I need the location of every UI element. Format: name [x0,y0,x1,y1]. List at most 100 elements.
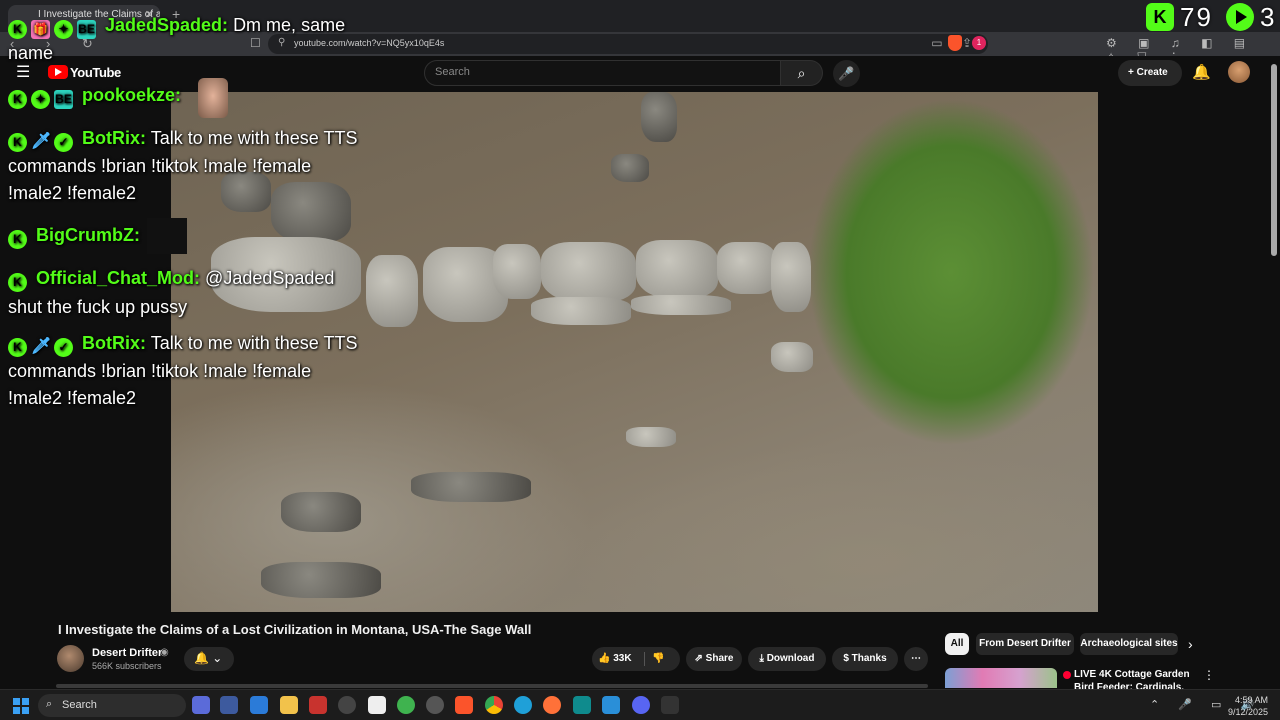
windows-taskbar: ⌕ Search ⌃ 🎤 ▭ 🔊 4:59 AM 9/12/2025 [0,689,1280,720]
dislike-button[interactable]: 👎 [652,647,664,671]
description-box-edge [56,684,928,688]
boulder [771,242,811,312]
taskbar-app-icon[interactable] [250,696,268,714]
like-divider [644,652,645,666]
chat-text: Dm me, same [233,15,346,35]
chat-username: Official_Chat_Mod: [36,268,201,288]
kick-badge-icon: K [8,90,27,109]
discord-icon[interactable] [632,696,650,714]
boulder [626,427,676,447]
chat-message: K 🎁 ✦ BE JadedSpaded: Dm me, same [8,12,345,39]
chat-message-continued: !male2 !female2 [8,388,137,408]
video-title: I Investigate the Claims of a Lost Civil… [58,622,532,637]
taskbar-search-label: Search [62,699,97,711]
chat-username: BotRix: [82,128,147,148]
boulder [717,242,777,294]
boulder [541,242,636,302]
taskbar-app-icon[interactable] [368,696,386,714]
subscriber-count: 566K subscribers [92,661,162,671]
clock-time: 4:59 AM [1234,695,1268,705]
verified-badge-icon: ✓ [54,133,73,152]
chrome-icon[interactable] [485,696,503,714]
taskbar-app-icon[interactable] [192,696,210,714]
kick-badge-icon: K [8,20,27,39]
voice-search-button[interactable]: 🎤 [833,60,860,87]
vscode-icon[interactable] [602,696,620,714]
search-input[interactable] [435,66,765,78]
chat-username: JadedSpaded: [105,15,229,35]
extension-badge[interactable]: 1 [972,36,986,50]
share-button[interactable]: ⇗ Share [686,647,742,671]
emblem-badge-icon: BE [54,90,73,109]
chip-archaeological-sites[interactable]: Archaeological sites [1080,633,1178,655]
chat-message-continued: !male2 !female2 [8,183,137,203]
chat-message-continued: commands !brian !tiktok !male !female [8,361,312,381]
create-button[interactable]: + Create [1118,60,1182,86]
diamond-badge-icon: ✦ [31,90,50,109]
chat-text: @JadedSpaded [205,268,335,288]
download-button[interactable]: ⤓ Download [748,647,826,671]
recommendation-menu-icon[interactable]: ⋮ [1203,668,1215,682]
channel-name[interactable]: Desert Drifter [92,647,162,659]
boulder [411,472,531,502]
chat-message: K 🗡 ✓ BotRix: Talk to me with these TTS [8,125,357,152]
windows-start-icon[interactable] [13,698,29,714]
verified-icon: ◉ [160,647,169,658]
emblem-badge-icon: BE [77,20,96,39]
gift-badge-icon: 🎁 [31,20,50,39]
like-dislike-group: 👍 33K 👎 [592,647,680,671]
notifications-button[interactable]: 🔔 ⌄ [184,647,234,671]
more-actions-button[interactable]: ⋯ [904,647,928,671]
search-icon: ⌕ [46,698,53,710]
boulder [611,154,649,182]
notifications-icon[interactable]: 🔔 [1192,63,1211,81]
brave-icon[interactable] [455,696,473,714]
viewer-count: 79 [1180,2,1213,32]
search-button[interactable]: ⌕ [781,60,823,86]
channel-avatar[interactable] [57,645,84,672]
boulder [631,295,731,315]
boulder [281,492,361,532]
chips-next-icon[interactable]: › [1188,636,1193,652]
taskbar-app-icon[interactable] [338,696,356,714]
diamond-badge-icon: ✦ [54,20,73,39]
sword-badge-icon: 🗡 [31,133,52,150]
chat-message: K Official_Chat_Mod: @JadedSpaded [8,265,334,292]
brave-shield-icon[interactable] [948,35,962,51]
verified-badge-icon: ✓ [54,338,73,357]
kick-badge-icon: K [8,230,27,249]
page-scrollbar[interactable] [1271,64,1277,256]
chat-text: Talk to me with these TTS [150,333,358,353]
thanks-button[interactable]: $ Thanks [832,647,898,671]
search-box[interactable] [424,60,781,86]
play-count: 3 [1260,2,1275,32]
edge-icon[interactable] [514,696,532,714]
chat-username: BotRix: [82,333,147,353]
streamer-webcam [198,78,228,118]
chat-message-continued: shut the fuck up pussy [8,297,188,317]
taskbar-app-icon[interactable] [573,696,591,714]
chat-message-continued: commands !brian !tiktok !male !female [8,156,312,176]
live-indicator-icon [1063,671,1071,679]
taskbar-app-icon[interactable] [309,696,327,714]
firefox-icon[interactable] [543,696,561,714]
account-avatar[interactable] [1228,61,1250,83]
chat-message-continued: name [8,43,54,63]
taskbar-app-icon[interactable] [397,696,415,714]
chip-all[interactable]: All [945,633,969,655]
like-button[interactable]: 👍 33K [598,647,632,671]
kick-badge-icon: K [8,338,27,357]
chat-message: K ✦ BE pookoekze: [8,82,181,109]
boulder [641,92,677,142]
taskbar-app-icon[interactable] [426,696,444,714]
recommendation-thumbnail[interactable] [945,668,1057,688]
taskbar-search[interactable]: ⌕ Search [38,694,186,717]
chip-from-channel[interactable]: From Desert Drifter [976,633,1074,655]
taskbar-app-icon[interactable] [661,696,679,714]
taskbar-clock[interactable]: 4:59 AM 9/12/2025 [1222,694,1268,718]
taskbar-app-icon[interactable] [220,696,238,714]
boulder [771,342,813,372]
chat-username: BigCrumbZ: [36,225,140,245]
kick-badge-icon: K [8,133,27,152]
file-explorer-icon[interactable] [280,696,298,714]
